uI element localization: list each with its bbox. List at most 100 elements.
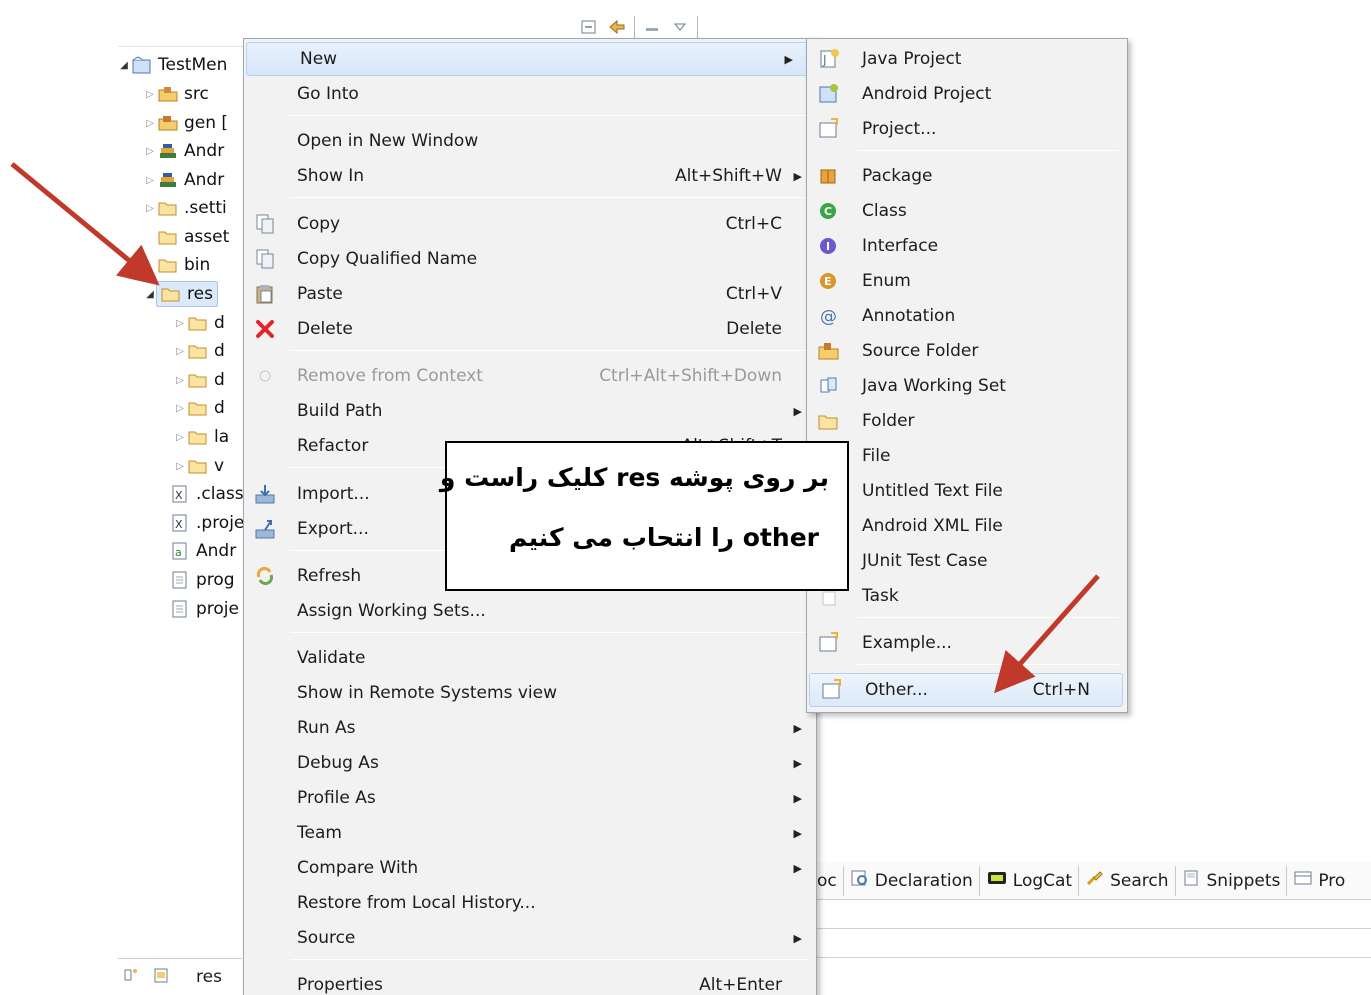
tree-item[interactable]: ▷ Andr [144, 137, 224, 165]
menu-item-label: Team [297, 823, 342, 843]
collapsed-twisty-icon[interactable]: ▷ [174, 318, 186, 329]
menu-item-compare-with[interactable]: Compare With ▶ [244, 851, 816, 885]
submenu-item-android-xml-file[interactable]: Android XML File [807, 509, 1127, 543]
menu-item-new[interactable]: New ▶ [246, 42, 808, 76]
tree-item[interactable]: ▷ Andr [144, 166, 224, 194]
tree-item[interactable]: ▷ v [174, 452, 224, 480]
submenu-item-package[interactable]: Package [807, 159, 1127, 193]
tree-item[interactable]: a Andr [168, 537, 236, 565]
submenu-item-project[interactable]: Project... [807, 112, 1127, 146]
submenu-item-enum[interactable]: E Enum [807, 264, 1127, 298]
menu-item-paste[interactable]: Paste Ctrl+V [244, 277, 816, 311]
menu-item-source[interactable]: Source ▶ [244, 921, 816, 955]
view-menu-icon[interactable] [669, 16, 691, 38]
submenu-item-java-working-set[interactable]: Java Working Set [807, 369, 1127, 403]
tab-javadoc[interactable]: oc [817, 865, 844, 896]
collapsed-twisty-icon[interactable]: ▷ [174, 432, 186, 443]
collapsed-twisty-icon[interactable]: ▷ [174, 375, 186, 386]
submenu-item-untitled-text-file[interactable]: Untitled Text File [807, 474, 1127, 508]
tab-label: Pro [1318, 870, 1346, 891]
collapsed-twisty-icon[interactable]: ▷ [144, 146, 156, 157]
submenu-item-other[interactable]: Other... Ctrl+N [809, 673, 1123, 707]
tree-item[interactable]: ▷ d [174, 309, 225, 337]
svg-text:I: I [826, 240, 830, 253]
submenu-item-file[interactable]: File [807, 439, 1127, 473]
tab-logcat[interactable]: LogCat [980, 865, 1080, 896]
submenu-item-java-project[interactable]: J Java Project [807, 42, 1127, 76]
tree-item-res-selected[interactable]: ◢ res [144, 280, 218, 308]
menu-item-show-in-remote-systems[interactable]: Show in Remote Systems view [244, 676, 816, 710]
submenu-item-label: Folder [862, 411, 915, 431]
menu-item-label: Build Path [297, 401, 383, 421]
tree-item-label: Andr [184, 141, 225, 161]
tree-item[interactable]: asset [156, 223, 229, 251]
menu-item-open-in-new-window[interactable]: Open in New Window [244, 124, 816, 158]
collapsed-twisty-icon[interactable]: ▷ [144, 203, 156, 214]
minimize-icon[interactable] [641, 16, 663, 38]
menu-item-label: Go Into [297, 84, 359, 104]
menu-item-remove-from-context[interactable]: Remove from Context Ctrl+Alt+Shift+Down [244, 359, 816, 393]
menu-item-assign-working-sets[interactable]: Assign Working Sets... [244, 594, 816, 628]
submenu-item-junit-test-case[interactable]: JUnit Test Case [807, 544, 1127, 578]
tree-item[interactable]: ▷ d [174, 337, 225, 365]
tree-item[interactable]: ▷ d [174, 394, 225, 422]
menu-item-team[interactable]: Team ▶ [244, 816, 816, 850]
expanded-twisty-icon[interactable]: ◢ [118, 60, 130, 71]
menu-item-profile-as[interactable]: Profile As ▶ [244, 781, 816, 815]
submenu-item-folder[interactable]: Folder [807, 404, 1127, 438]
tree-item[interactable]: ▷ src [144, 80, 209, 108]
collapsed-twisty-icon[interactable]: ▷ [174, 461, 186, 472]
menu-item-show-in[interactable]: Show In Alt+Shift+W ▶ [244, 159, 816, 193]
link-with-editor-icon[interactable] [606, 16, 628, 38]
tab-declaration[interactable]: Declaration [844, 865, 980, 896]
submenu-arrow-icon: ▶ [793, 931, 802, 945]
menu-item-copy[interactable]: Copy Ctrl+C [244, 207, 816, 241]
tab-label: Snippets [1206, 870, 1281, 891]
submenu-item-example[interactable]: Example... [807, 626, 1127, 660]
tab-search[interactable]: Search [1079, 865, 1176, 896]
submenu-item-android-project[interactable]: Android Project [807, 77, 1127, 111]
menu-item-build-path[interactable]: Build Path ▶ [244, 394, 816, 428]
collapsed-twisty-icon[interactable]: ▷ [174, 403, 186, 414]
tree-item[interactable]: ▷ gen [ [144, 109, 228, 137]
collapsed-twisty-icon[interactable]: ▷ [144, 175, 156, 186]
menu-item-delete[interactable]: Delete Delete [244, 312, 816, 346]
submenu-item-source-folder[interactable]: Source Folder [807, 334, 1127, 368]
tree-item-label: prog [196, 570, 235, 590]
tab-label: Declaration [874, 870, 973, 891]
menu-item-go-into[interactable]: Go Into [244, 77, 816, 111]
submenu-item-annotation[interactable]: @ Annotation [807, 299, 1127, 333]
submenu-item-label: Annotation [862, 306, 956, 326]
tree-item-label: TestMen [158, 55, 228, 75]
menu-item-run-as[interactable]: Run As ▶ [244, 711, 816, 745]
status-selected-label: res [196, 967, 222, 987]
submenu-item-class[interactable]: C Class [807, 194, 1127, 228]
expanded-twisty-icon[interactable]: ◢ [144, 289, 156, 300]
tree-item[interactable]: ▷ d [174, 366, 225, 394]
submenu-item-task[interactable]: Task [807, 579, 1127, 613]
submenu-arrow-icon: ▶ [793, 721, 802, 735]
submenu-item-interface[interactable]: I Interface [807, 229, 1127, 263]
refresh-icon [252, 563, 278, 589]
tree-item[interactable]: X .proje [168, 509, 244, 537]
menu-item-properties[interactable]: Properties Alt+Enter [244, 968, 816, 995]
menu-item-restore-from-local-history[interactable]: Restore from Local History... [244, 886, 816, 920]
tab-snippets[interactable]: Snippets [1176, 865, 1288, 896]
menu-item-label: Import... [297, 484, 370, 504]
tab-progress[interactable]: Pro [1287, 866, 1351, 896]
collapsed-twisty-icon[interactable]: ▷ [144, 118, 156, 129]
tree-item[interactable]: bin [156, 251, 210, 279]
tree-item-project[interactable]: ◢ TestMen [118, 51, 227, 79]
collapsed-twisty-icon[interactable]: ▷ [144, 89, 156, 100]
tree-item[interactable]: proje [168, 595, 239, 623]
collapse-all-icon[interactable] [578, 16, 600, 38]
menu-shortcut: Alt+Enter [699, 975, 782, 995]
menu-item-debug-as[interactable]: Debug As ▶ [244, 746, 816, 780]
tree-item[interactable]: ▷ .setti [144, 194, 227, 222]
menu-item-validate[interactable]: Validate [244, 641, 816, 675]
tree-item[interactable]: X .class [168, 480, 244, 508]
tree-item[interactable]: prog [168, 566, 235, 594]
collapsed-twisty-icon[interactable]: ▷ [174, 346, 186, 357]
tree-item[interactable]: ▷ la [174, 423, 229, 451]
menu-item-copy-qualified-name[interactable]: Copy Qualified Name [244, 242, 816, 276]
